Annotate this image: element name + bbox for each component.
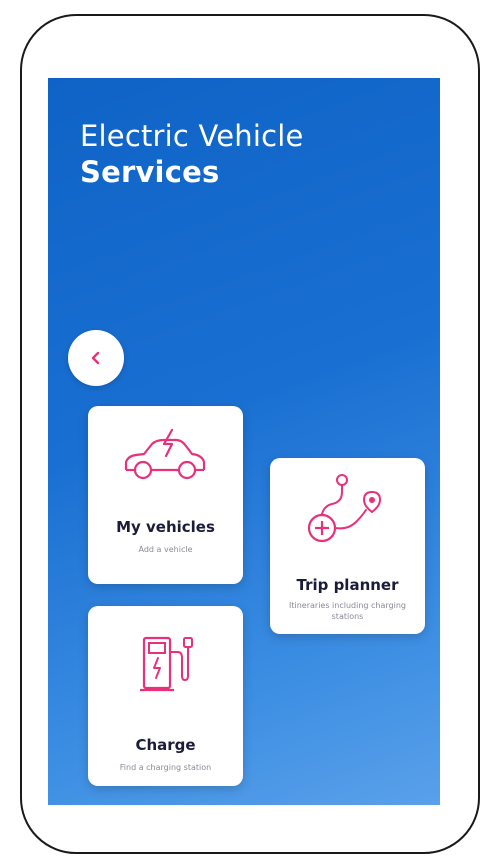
- trip-planner-subtitle: Itineraries including charging stations: [289, 601, 406, 621]
- ev-car-icon: [124, 428, 206, 480]
- chevron-left-icon: [91, 351, 100, 365]
- page-title-line1: Electric Vehicle: [80, 119, 304, 153]
- my-vehicles-title: My vehicles: [116, 518, 215, 536]
- trip-planner-card[interactable]: Trip planner Itineraries including charg…: [270, 458, 425, 634]
- charge-subtitle: Find a charging station: [119, 763, 212, 772]
- my-vehicles-subtitle: Add a vehicle: [138, 545, 193, 554]
- charge-title: Charge: [135, 736, 196, 754]
- charge-card[interactable]: Charge Find a charging station: [88, 606, 243, 786]
- back-button[interactable]: [68, 330, 124, 386]
- trip-planner-title: Trip planner: [296, 576, 399, 594]
- page-title-line2: Services: [80, 155, 220, 189]
- route-pin-icon: [307, 474, 382, 543]
- my-vehicles-card[interactable]: My vehicles Add a vehicle: [88, 406, 243, 584]
- charging-station-icon: [140, 636, 193, 692]
- page-title: Electric Vehicle Services: [80, 118, 400, 190]
- app-screen: Electric Vehicle Services My vehicles Ad…: [48, 78, 440, 805]
